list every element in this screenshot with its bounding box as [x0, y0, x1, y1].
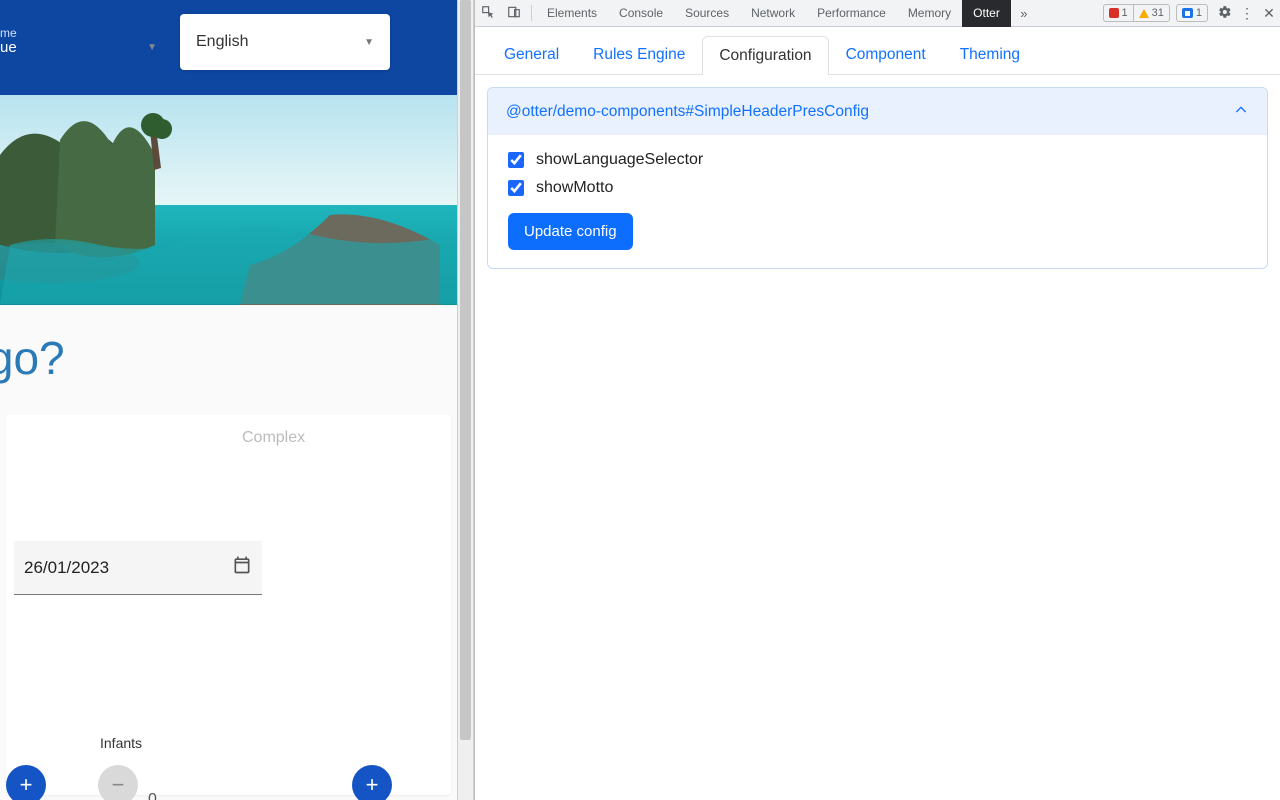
more-tabs-icon[interactable]: » [1011, 6, 1037, 21]
infants-count: 0 [148, 791, 157, 800]
language-select-value: English [196, 33, 248, 51]
calendar-icon[interactable] [232, 555, 252, 580]
theme-select-value: ue [0, 39, 17, 56]
decrement-button[interactable]: − [98, 765, 138, 800]
otter-tab-rules-engine[interactable]: Rules Engine [576, 35, 702, 74]
chevron-up-icon [1233, 102, 1249, 121]
otter-tab-general[interactable]: General [487, 35, 576, 74]
option-label: showMotto [536, 179, 613, 197]
devtools-tab-console[interactable]: Console [608, 0, 674, 27]
infants-label: Infants [100, 735, 142, 751]
date-input[interactable]: 26/01/2023 [14, 541, 262, 595]
devtools-tab-performance[interactable]: Performance [806, 0, 897, 27]
config-option-showLanguageSelector[interactable]: showLanguageSelector [508, 151, 1247, 169]
devtools-tab-sources[interactable]: Sources [674, 0, 740, 27]
otter-tab-theming[interactable]: Theming [943, 35, 1037, 74]
checkbox-showMotto[interactable] [508, 180, 524, 196]
config-panel-header[interactable]: @otter/demo-components#SimpleHeaderPresC… [488, 88, 1267, 135]
otter-tab-component[interactable]: Component [829, 35, 943, 74]
chevron-down-icon: ▼ [147, 42, 157, 53]
warning-badge[interactable]: 31 [1134, 5, 1169, 21]
checkbox-showLanguageSelector[interactable] [508, 152, 524, 168]
option-label: showLanguageSelector [536, 151, 703, 169]
devtools-tab-otter[interactable]: Otter [962, 0, 1011, 27]
tab-complex[interactable]: Complex [242, 429, 305, 447]
iframe-scrollbar[interactable] [457, 0, 474, 800]
app-preview-pane: me ue ▼ English ▼ [0, 0, 457, 800]
issues-icon [1182, 8, 1193, 18]
date-value: 26/01/2023 [24, 558, 109, 578]
otter-content: @otter/demo-components#SimpleHeaderPresC… [475, 75, 1280, 800]
inspect-icon[interactable] [475, 5, 501, 22]
warning-icon [1139, 9, 1149, 18]
app-header: me ue ▼ English ▼ [0, 0, 457, 95]
hero-image [0, 95, 457, 305]
config-panel: @otter/demo-components#SimpleHeaderPresC… [487, 87, 1268, 269]
search-form-card: Complex 26/01/2023 Infants + − 0 + [6, 415, 451, 795]
close-icon[interactable]: ✕ [1258, 5, 1280, 22]
warning-count: 31 [1152, 7, 1164, 19]
issues-count: 1 [1196, 7, 1202, 19]
scrollbar-thumb[interactable] [460, 0, 471, 740]
issue-counter[interactable]: 1 31 [1103, 4, 1170, 22]
error-icon [1109, 8, 1119, 18]
issues-badge[interactable]: 1 [1176, 4, 1208, 22]
error-count: 1 [1122, 7, 1128, 19]
otter-subtabs: General Rules Engine Configuration Compo… [475, 27, 1280, 75]
theme-field-label: me [0, 26, 17, 40]
devtools-tab-network[interactable]: Network [740, 0, 806, 27]
theme-select[interactable]: ue ▼ [0, 39, 165, 56]
divider [531, 5, 532, 21]
device-toggle-icon[interactable] [501, 5, 527, 22]
increment-button[interactable]: + [6, 765, 46, 800]
config-option-showMotto[interactable]: showMotto [508, 179, 1247, 197]
increment-button[interactable]: + [352, 765, 392, 800]
devtools-tab-memory[interactable]: Memory [897, 0, 962, 27]
chevron-down-icon: ▼ [364, 37, 374, 48]
devtools-panel: Elements Console Sources Network Perform… [474, 0, 1280, 800]
error-badge[interactable]: 1 [1104, 5, 1134, 21]
kebab-menu-icon[interactable]: ⋮ [1236, 5, 1258, 22]
config-panel-title: @otter/demo-components#SimpleHeaderPresC… [506, 103, 869, 121]
update-config-button[interactable]: Update config [508, 213, 633, 250]
language-select[interactable]: English ▼ [180, 14, 390, 70]
page-headline: ant to go? [0, 305, 317, 415]
config-panel-body: showLanguageSelector showMotto Update co… [488, 135, 1267, 268]
otter-tab-configuration[interactable]: Configuration [702, 36, 828, 75]
devtools-tab-elements[interactable]: Elements [536, 0, 608, 27]
settings-icon[interactable] [1214, 5, 1236, 22]
devtools-toolbar: Elements Console Sources Network Perform… [475, 0, 1280, 27]
